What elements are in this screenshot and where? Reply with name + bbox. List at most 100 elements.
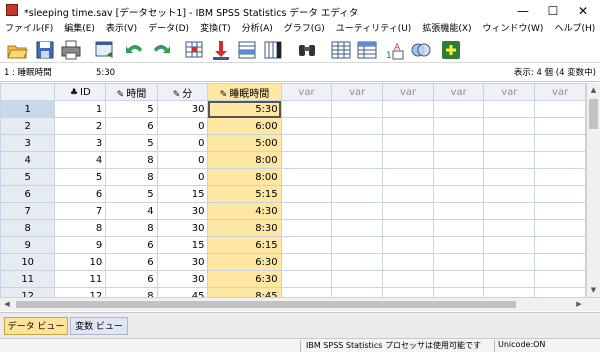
- insert-cases-icon[interactable]: [236, 39, 258, 61]
- empty-cell[interactable]: [382, 100, 434, 118]
- redo-icon[interactable]: [150, 39, 172, 61]
- split-file-icon[interactable]: [330, 39, 352, 61]
- empty-cell[interactable]: [534, 270, 586, 288]
- row-number[interactable]: 10: [0, 253, 56, 271]
- empty-cell[interactable]: [483, 287, 536, 297]
- empty-cell[interactable]: [483, 151, 536, 169]
- data-cell[interactable]: 3: [54, 134, 107, 152]
- data-cell[interactable]: 8: [54, 219, 107, 237]
- sleep-time-cell[interactable]: 6:15: [207, 236, 282, 254]
- open-file-icon[interactable]: [6, 39, 28, 61]
- empty-cell[interactable]: [432, 236, 485, 254]
- sleep-time-cell[interactable]: 5:15: [207, 185, 282, 203]
- empty-cell[interactable]: [280, 236, 333, 254]
- empty-cell[interactable]: [432, 151, 485, 169]
- empty-cell[interactable]: [382, 219, 434, 237]
- empty-cell[interactable]: [382, 270, 434, 288]
- empty-cell[interactable]: [432, 117, 485, 135]
- column-header-hours[interactable]: ✎ 時間: [105, 83, 158, 101]
- menu-extensions[interactable]: 拡張機能(X): [417, 22, 477, 36]
- horizontal-scrollbar[interactable]: ◀ ▶: [0, 297, 600, 311]
- empty-cell[interactable]: [432, 168, 485, 186]
- data-cell[interactable]: 30: [156, 219, 209, 237]
- empty-cell[interactable]: [280, 185, 333, 203]
- undo-icon[interactable]: [124, 39, 146, 61]
- column-header-var[interactable]: var: [382, 83, 434, 101]
- row-number[interactable]: 1: [0, 100, 56, 118]
- empty-cell[interactable]: [534, 219, 586, 237]
- menu-analyze[interactable]: 分析(A): [237, 22, 279, 36]
- empty-cell[interactable]: [280, 253, 333, 271]
- empty-cell[interactable]: [432, 253, 485, 271]
- empty-cell[interactable]: [534, 134, 586, 152]
- maximize-button[interactable]: ☐: [538, 0, 568, 22]
- scroll-right-icon[interactable]: ▶: [572, 298, 586, 311]
- empty-cell[interactable]: [483, 202, 536, 220]
- data-cell[interactable]: 6: [105, 253, 158, 271]
- data-cell[interactable]: 6: [105, 117, 158, 135]
- data-cell[interactable]: 12: [54, 287, 107, 297]
- empty-cell[interactable]: [432, 134, 485, 152]
- row-number[interactable]: 12: [0, 287, 56, 297]
- menu-data[interactable]: データ(D): [143, 22, 195, 36]
- horizontal-scroll-thumb[interactable]: [16, 301, 516, 308]
- empty-cell[interactable]: [483, 117, 536, 135]
- use-sets-icon[interactable]: [410, 39, 432, 61]
- empty-cell[interactable]: [331, 270, 384, 288]
- empty-cell[interactable]: [331, 134, 384, 152]
- empty-cell[interactable]: [280, 270, 333, 288]
- data-cell[interactable]: 2: [54, 117, 107, 135]
- sleep-time-cell[interactable]: 6:30: [207, 253, 282, 271]
- data-cell[interactable]: 5: [54, 168, 107, 186]
- sleep-time-cell[interactable]: 8:45: [207, 287, 282, 297]
- menu-graphs[interactable]: グラフ(G): [279, 22, 331, 36]
- empty-cell[interactable]: [280, 287, 333, 297]
- data-cell[interactable]: 4: [105, 202, 158, 220]
- data-cell[interactable]: 4: [54, 151, 107, 169]
- tab-data-view[interactable]: データ ビュー: [4, 317, 68, 335]
- data-cell[interactable]: 45: [156, 287, 209, 297]
- sleep-time-cell[interactable]: 8:00: [207, 168, 282, 186]
- data-cell[interactable]: 7: [54, 202, 107, 220]
- close-button[interactable]: ✕: [568, 0, 598, 22]
- empty-cell[interactable]: [331, 236, 384, 254]
- data-cell[interactable]: 5: [105, 185, 158, 203]
- empty-cell[interactable]: [280, 134, 333, 152]
- empty-cell[interactable]: [483, 134, 536, 152]
- goto-case-icon[interactable]: [184, 39, 206, 61]
- data-cell[interactable]: 0: [156, 168, 209, 186]
- data-cell[interactable]: 30: [156, 253, 209, 271]
- data-cell[interactable]: 5: [105, 134, 158, 152]
- data-cell[interactable]: 8: [105, 219, 158, 237]
- empty-cell[interactable]: [432, 100, 485, 118]
- empty-cell[interactable]: [382, 134, 434, 152]
- empty-cell[interactable]: [483, 100, 536, 118]
- sleep-time-cell[interactable]: 6:00: [207, 117, 282, 135]
- empty-cell[interactable]: [483, 270, 536, 288]
- column-header-var[interactable]: var: [331, 83, 384, 101]
- empty-cell[interactable]: [432, 185, 485, 203]
- row-number[interactable]: 11: [0, 270, 56, 288]
- row-number[interactable]: 2: [0, 117, 56, 135]
- empty-cell[interactable]: [534, 202, 586, 220]
- empty-cell[interactable]: [331, 202, 384, 220]
- data-cell[interactable]: 15: [156, 236, 209, 254]
- weight-cases-icon[interactable]: [356, 39, 378, 61]
- empty-cell[interactable]: [280, 202, 333, 220]
- data-cell[interactable]: 8: [105, 151, 158, 169]
- row-number[interactable]: 8: [0, 219, 56, 237]
- insert-variable-icon[interactable]: [262, 39, 284, 61]
- empty-cell[interactable]: [382, 253, 434, 271]
- empty-cell[interactable]: [331, 253, 384, 271]
- data-cell[interactable]: 10: [54, 253, 107, 271]
- row-number[interactable]: 6: [0, 185, 56, 203]
- empty-cell[interactable]: [331, 100, 384, 118]
- data-cell[interactable]: 6: [105, 270, 158, 288]
- column-header-var[interactable]: var: [483, 83, 536, 101]
- data-cell[interactable]: 8: [105, 168, 158, 186]
- data-cell[interactable]: 5: [105, 100, 158, 118]
- empty-cell[interactable]: [534, 151, 586, 169]
- empty-cell[interactable]: [534, 287, 586, 297]
- data-cell[interactable]: 30: [156, 202, 209, 220]
- data-cell[interactable]: 11: [54, 270, 107, 288]
